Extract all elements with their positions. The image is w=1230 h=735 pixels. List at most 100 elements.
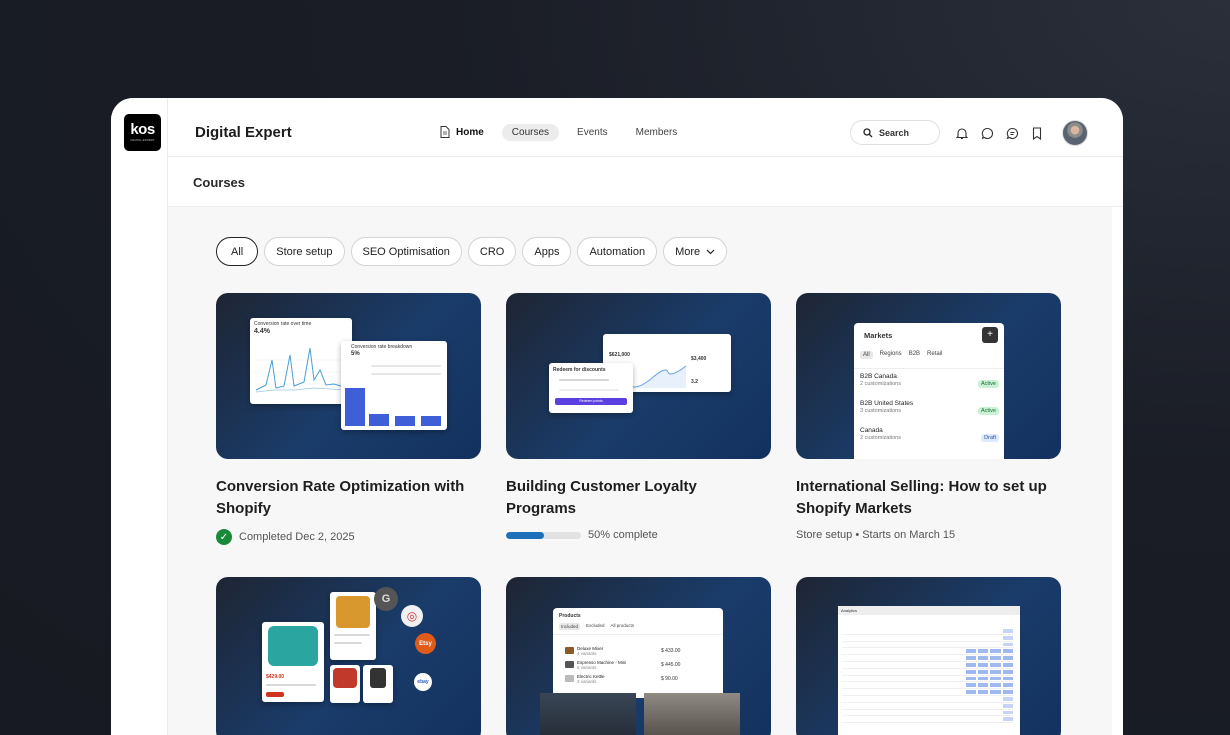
mini-table-cell xyxy=(978,676,989,681)
mini-market-row: Canada 2 customizations xyxy=(860,427,901,441)
mini-table-cell xyxy=(965,662,977,667)
mini-table-cell xyxy=(904,697,914,701)
course-thumbnail: Products Included Excluded All products … xyxy=(506,577,771,735)
mini-table-cell xyxy=(904,683,914,687)
mini-table-cell xyxy=(892,656,902,660)
mini-table-cell xyxy=(904,649,914,653)
mini-table-cell xyxy=(978,717,988,721)
mini-products-panel: Products Included Excluded All products … xyxy=(553,608,723,698)
mini-table-cell xyxy=(868,683,878,687)
search-button[interactable]: Search xyxy=(850,120,940,145)
course-card[interactable]: Analytics xyxy=(796,577,1061,735)
more-label: More xyxy=(675,245,701,258)
mini-table-cell xyxy=(917,677,927,681)
mini-heat-table xyxy=(842,628,1014,724)
course-progress: 50% complete xyxy=(506,529,771,541)
mini-table-cell xyxy=(880,711,890,715)
course-card[interactable]: Products Included Excluded All products … xyxy=(506,577,771,735)
bookmark-icon[interactable] xyxy=(1030,126,1044,140)
mini-table-row xyxy=(842,628,1014,635)
filter-cro[interactable]: CRO xyxy=(467,237,517,266)
nav-members[interactable]: Members xyxy=(626,124,688,141)
mini-table-cell xyxy=(880,663,890,667)
mini-table-cell xyxy=(1002,649,1013,654)
mini-table-cell xyxy=(855,643,865,647)
mini-tab: Regions xyxy=(879,351,902,357)
mini-table-cell xyxy=(843,697,853,701)
nav-events[interactable]: Events xyxy=(567,124,618,141)
course-card[interactable]: $429.00 G ◎ Etsy ebay xyxy=(216,577,481,735)
mini-table-cell xyxy=(990,711,1000,715)
etsy-logo-icon: Etsy xyxy=(415,633,436,654)
mini-table-cell xyxy=(892,629,902,633)
chat-bubble-icon[interactable] xyxy=(980,126,994,140)
mini-table-cell xyxy=(904,704,914,708)
courses-content: All Store setup SEO Optimisation CRO App… xyxy=(168,207,1112,735)
user-avatar[interactable] xyxy=(1062,120,1088,146)
mini-table-cell xyxy=(843,677,853,681)
mini-table-cell xyxy=(843,663,853,667)
mini-table-cell xyxy=(904,690,914,694)
mini-table-cell xyxy=(990,656,1001,660)
mini-table-cell xyxy=(929,704,939,708)
mini-table-cell xyxy=(843,690,853,694)
mini-table-cell xyxy=(892,690,902,694)
mini-market-row: B2B United States 3 customizations xyxy=(860,400,913,414)
mini-bar-title: Conversion rate breakdown xyxy=(351,344,413,350)
mini-bar-chart: Conversion rate breakdown 5% xyxy=(341,341,447,430)
messages-icon[interactable] xyxy=(1005,126,1019,140)
mini-table-cell xyxy=(855,683,865,687)
filter-store-setup[interactable]: Store setup xyxy=(264,237,345,266)
course-card[interactable]: Markets + All Regions B2B Retail B2B Can… xyxy=(796,293,1061,541)
filter-apps[interactable]: Apps xyxy=(522,237,572,266)
mini-table-cell xyxy=(1002,635,1013,640)
mini-table-cell xyxy=(917,683,927,687)
filter-chips: All Store setup SEO Optimisation CRO App… xyxy=(216,237,728,266)
mini-table-cell xyxy=(868,663,878,667)
mini-table-cell xyxy=(917,649,927,653)
course-card[interactable]: Conversion rate over time 4.4% Conversio… xyxy=(216,293,481,545)
filter-seo-optimisation[interactable]: SEO Optimisation xyxy=(350,237,462,266)
mini-table-cell xyxy=(978,683,989,688)
mini-table-cell xyxy=(904,711,914,715)
mini-product-price: $ 433.00 xyxy=(661,648,681,654)
mini-table-cell xyxy=(929,677,939,681)
bell-icon[interactable] xyxy=(955,126,969,140)
mini-table-row xyxy=(842,710,1014,717)
mini-table-cell xyxy=(1002,669,1013,674)
mini-table-cell xyxy=(1002,710,1013,715)
mini-table-cell xyxy=(954,697,964,701)
mini-tab: Included xyxy=(559,623,581,630)
mini-metric-a: $621,000 xyxy=(609,352,630,358)
mini-table-cell xyxy=(966,636,976,640)
filter-all[interactable]: All xyxy=(216,237,259,266)
mini-table-cell xyxy=(843,683,853,687)
filter-more-dropdown[interactable]: More xyxy=(663,237,728,266)
mini-table-cell xyxy=(1002,629,1013,633)
community-logo[interactable]: kos DIGITAL EXPERT xyxy=(124,114,161,151)
mini-table-cell xyxy=(855,690,865,694)
nav-home[interactable]: Home xyxy=(430,123,494,141)
mini-product-card xyxy=(363,665,393,703)
mini-table-cell xyxy=(917,704,927,708)
mini-table-cell xyxy=(880,683,890,687)
page-header: Courses xyxy=(168,157,1123,207)
progress-fill xyxy=(506,531,544,539)
nav-courses[interactable]: Courses xyxy=(501,123,560,141)
mini-table-cell xyxy=(917,670,927,674)
ebay-logo-icon: ebay xyxy=(414,673,432,691)
mini-table-cell xyxy=(954,670,964,674)
mini-table-cell xyxy=(929,636,939,640)
filter-automation[interactable]: Automation xyxy=(577,237,658,266)
mini-table-cell xyxy=(978,636,988,640)
mini-table-cell xyxy=(941,670,951,674)
mini-table-cell xyxy=(917,663,927,667)
mini-table-cell xyxy=(978,711,988,715)
mini-table-cell xyxy=(929,656,939,660)
mini-table-cell xyxy=(892,643,902,647)
search-label: Search xyxy=(879,127,910,138)
mini-table-cell xyxy=(880,629,890,633)
logo-subtext: DIGITAL EXPERT xyxy=(130,138,155,142)
course-thumbnail: Conversion rate over time 4.4% Conversio… xyxy=(216,293,481,459)
course-card[interactable]: $621,000 $3,400 3.2 Redeem for discounts… xyxy=(506,293,771,541)
